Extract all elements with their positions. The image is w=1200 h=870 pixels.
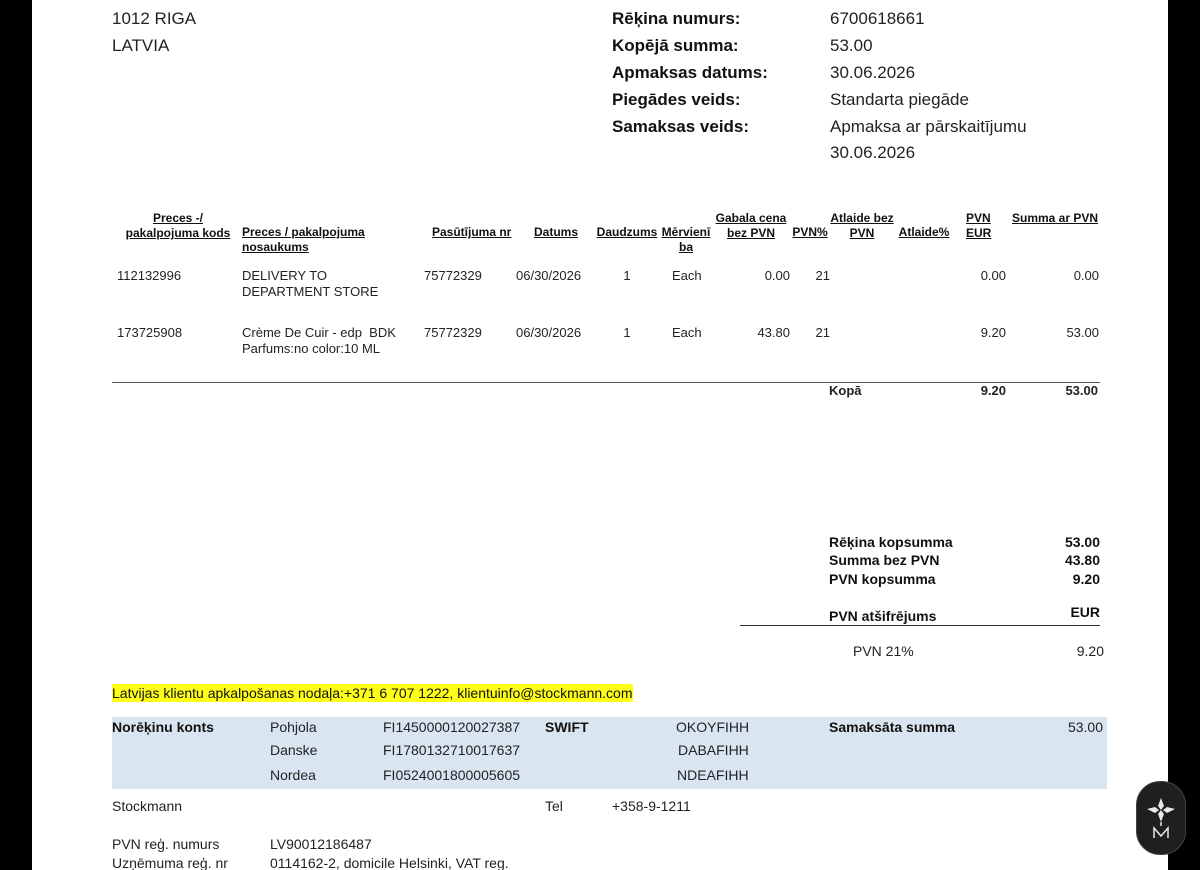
summary-excl-vat-label: Summa bez PVN	[829, 552, 940, 568]
col-header-date: Datums	[533, 225, 578, 239]
col-header-vat-pct: PVN%	[792, 225, 828, 239]
invoice-number-label: Rēķina numurs:	[612, 9, 741, 28]
bank-name-2: Danske	[270, 742, 318, 758]
table-total-sum: 53.00	[1065, 383, 1098, 398]
row-2-price: 43.80	[757, 325, 790, 340]
summary-excl-vat-value: 43.80	[1064, 552, 1100, 568]
table-total-vat: 9.20	[980, 383, 1006, 398]
row-2-date: 06/30/2026	[516, 325, 582, 340]
col-header-unit: Mērvienība	[661, 225, 711, 254]
payment-method-label: Samaksas veids:	[612, 117, 750, 136]
col-header-vat-eur: PVN EUR	[966, 211, 992, 240]
vat-breakdown-divider	[740, 625, 1100, 626]
footer-company: Stockmann	[112, 798, 183, 814]
bank-iban-1: FI1450000120027387	[383, 719, 521, 735]
due-date-label: Apmaksas datums:	[612, 63, 768, 82]
bank-swift-1: OKOYFIHH	[676, 719, 750, 735]
bank-swift-2: DABAFIHH	[678, 742, 749, 758]
row-2-qty: 1	[623, 325, 631, 340]
col-header-order: Pasūtījuma nr	[432, 225, 512, 239]
row-2-order: 75772329	[424, 325, 482, 340]
row-2-vat-eur: 9.20	[980, 325, 1006, 340]
row-1-price: 0.00	[764, 268, 790, 283]
delivery-method-value: Standarta piegāde	[830, 90, 969, 109]
bank-accounts-panel	[112, 717, 1107, 789]
payment-method-value: Apmaksa ar pārskaitījumu	[830, 117, 1027, 136]
invoice-page: 1012 RIGA LATVIA Rēķina numurs: 67006186…	[32, 0, 1168, 870]
footer-tel-label: Tel	[545, 798, 563, 814]
bank-iban-3: FI0524001800005605	[383, 767, 521, 783]
col-header-total: Summa ar PVN	[1012, 211, 1099, 225]
row-1-date: 06/30/2026	[516, 268, 582, 283]
row-2-code: 173725908	[117, 325, 183, 340]
summary-vat-total-label: PVN kopsumma	[829, 571, 936, 587]
vat-breakdown-label: PVN atšifrējums	[829, 608, 937, 624]
row-2-name: Crème De Cuir - edp BDK Parfums:no color…	[242, 325, 400, 356]
summary-invoice-total-label: Rēķina kopsumma	[829, 534, 953, 550]
row-1-total: 0.00	[1073, 268, 1099, 283]
address-line-1: 1012 RIGA	[112, 9, 197, 28]
stockmann-deer-logo-icon	[1145, 796, 1177, 840]
table-total-label: Kopā	[829, 383, 862, 398]
vat-rate-label: PVN 21%	[853, 643, 914, 659]
row-2-vat-pct: 21	[815, 325, 830, 340]
footer-company-reg-label: Uzņēmuma reģ. nr	[112, 855, 228, 870]
bank-name-3: Nordea	[270, 767, 316, 783]
row-1-unit: Each	[672, 268, 702, 283]
row-2-total: 53.00	[1066, 325, 1099, 340]
col-header-name: Preces / pakalpojuma nosaukums	[242, 225, 365, 254]
paid-amount-label: Samaksāta summa	[829, 719, 956, 735]
row-1-code: 112132996	[117, 268, 182, 283]
footer-vat-reg-value: LV90012186487	[270, 836, 372, 852]
row-1-qty: 1	[623, 268, 631, 283]
row-2-unit: Each	[672, 325, 702, 340]
footer-tel-value: +358-9-1211	[612, 798, 691, 814]
row-1-vat-pct: 21	[815, 268, 830, 283]
col-header-qty: Daudzums	[596, 225, 658, 239]
delivery-method-label: Piegādes veids:	[612, 90, 741, 109]
vat-breakdown-currency: EUR	[1070, 604, 1100, 620]
col-header-discount-pct: Atlaide%	[898, 225, 950, 239]
invoice-number-value: 6700618661	[830, 9, 925, 28]
summary-vat-total-value: 9.20	[1072, 571, 1100, 587]
bank-iban-2: FI1780132710017637	[383, 742, 521, 758]
summary-invoice-total-value: 53.00	[1064, 534, 1100, 550]
total-amount-value: 53.00	[830, 36, 873, 55]
row-1-vat-eur: 0.00	[980, 268, 1006, 283]
address-line-2: LATVIA	[112, 36, 170, 55]
vat-rate-value: 9.20	[1076, 643, 1104, 659]
row-1-name: DELIVERY TO DEPARTMENT STORE	[242, 268, 379, 299]
total-amount-label: Kopējā summa:	[612, 36, 739, 55]
bank-name-1: Pohjola	[270, 719, 317, 735]
col-header-code: Preces -/ pakalpojuma kods	[125, 211, 231, 240]
footer-vat-reg-label: PVN reģ. numurs	[112, 836, 220, 852]
row-1-order: 75772329	[424, 268, 482, 283]
col-header-price: Gabala cena bez PVN	[715, 211, 787, 240]
payment-date-extra: 30.06.2026	[830, 143, 916, 162]
col-header-discount-excl: Atlaide bez PVN	[830, 211, 894, 240]
bank-account-label: Norēķinu konts	[112, 719, 214, 735]
due-date-value: 30.06.2026	[830, 63, 916, 82]
logo-badge[interactable]	[1136, 781, 1186, 855]
paid-amount-value: 53.00	[1067, 719, 1103, 735]
customer-service-contact: Latvijas klientu apkalpošanas nodaļa:+37…	[112, 684, 633, 702]
swift-label: SWIFT	[545, 719, 589, 735]
bank-swift-3: NDEAFIHH	[677, 767, 749, 783]
footer-company-reg-value: 0114162-2, domicile Helsinki, VAT reg.	[270, 855, 509, 870]
